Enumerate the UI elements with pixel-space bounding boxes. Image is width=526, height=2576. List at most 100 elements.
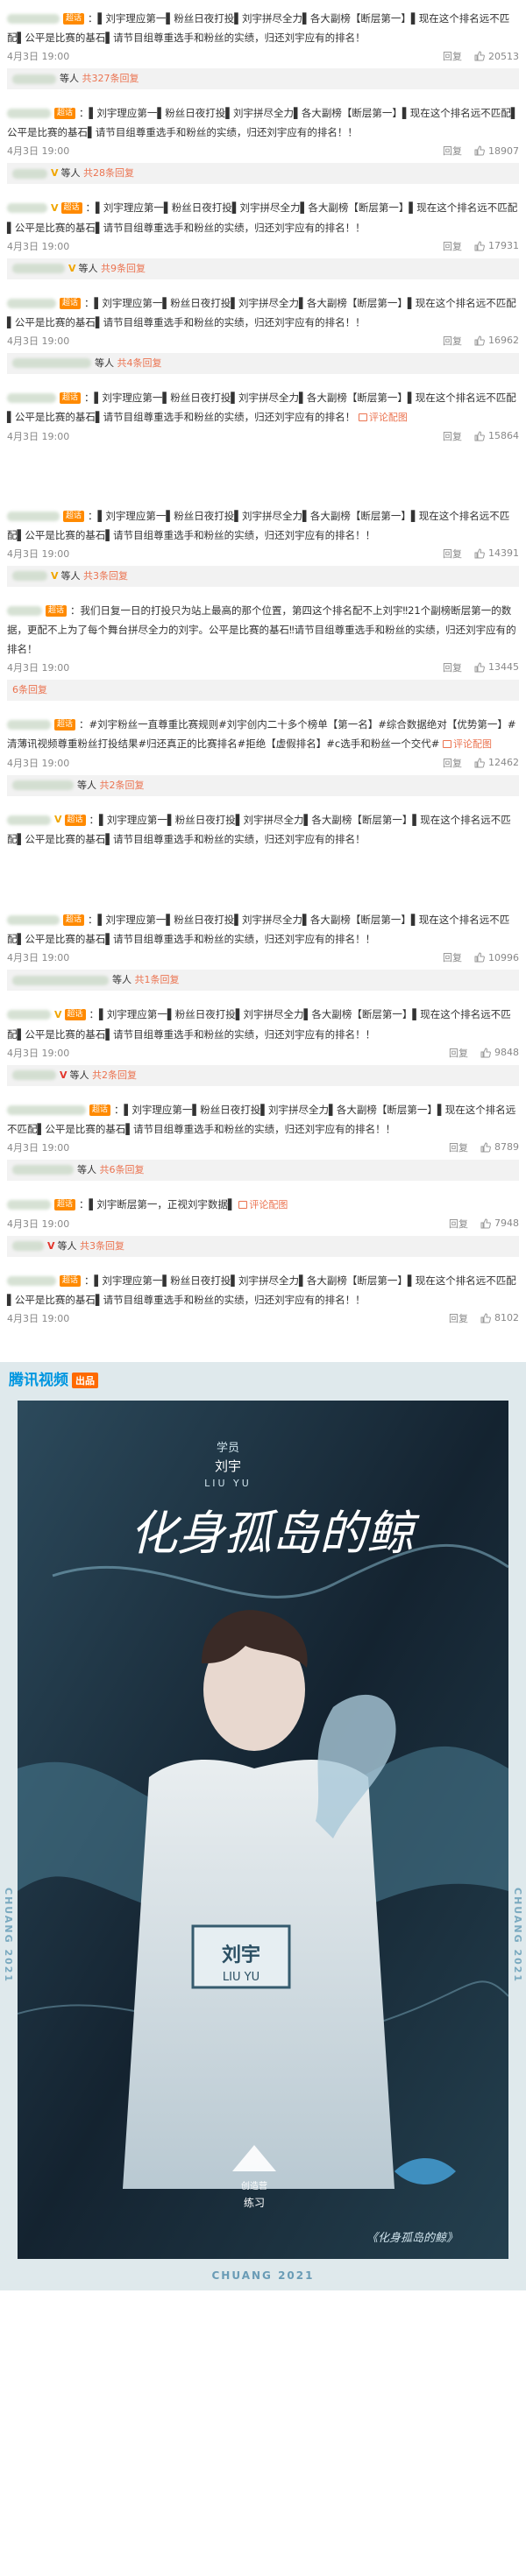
- reply-button[interactable]: 回复: [449, 1311, 468, 1325]
- like-count: 8789: [494, 1141, 519, 1153]
- like-button[interactable]: 14391: [474, 547, 519, 559]
- superchat-badge: 超话: [64, 814, 86, 826]
- comment-item: 超话 ：#刘宇粉丝一直尊重比赛规则#刘宇创内二十多个榜单【第一名】#综合数据绝对【…: [7, 713, 519, 808]
- image-icon: [238, 1201, 248, 1209]
- reply-count-link[interactable]: 共6条回复: [100, 1164, 145, 1175]
- vip-icon: V: [51, 201, 59, 214]
- svg-text:LIU YU: LIU YU: [223, 1971, 259, 1984]
- image-icon: [443, 740, 452, 748]
- reply-button[interactable]: 回复: [443, 144, 462, 158]
- like-button[interactable]: 9848: [480, 1047, 519, 1058]
- superchat-badge: 超话: [63, 914, 85, 926]
- comment-time: 4月3日 19:00: [7, 1141, 70, 1154]
- username[interactable]: [7, 1275, 56, 1286]
- reply-summary[interactable]: 等人 共6条回复: [7, 1159, 519, 1181]
- reply-button[interactable]: 回复: [443, 334, 462, 348]
- comment-item: 超话 ：▌刘宇理应第一▌粉丝日夜打投▌刘宇拼尽全力▌各大副榜【断层第一】▌现在这个…: [7, 7, 519, 102]
- like-button[interactable]: 18907: [474, 145, 519, 157]
- reply-summary[interactable]: 6条回复: [7, 679, 519, 701]
- thumb-up-icon: [474, 430, 485, 441]
- like-button[interactable]: 7948: [480, 1217, 519, 1229]
- username[interactable]: [7, 915, 60, 925]
- like-count: 17931: [488, 240, 519, 251]
- reply-button[interactable]: 回复: [449, 1046, 468, 1060]
- reply-summary[interactable]: 等人 共4条回复: [7, 352, 519, 374]
- reply-count-link[interactable]: 共9条回复: [101, 263, 146, 274]
- like-count: 8102: [494, 1312, 519, 1323]
- like-count: 16962: [488, 335, 519, 346]
- reply-summary[interactable]: V 等人 共28条回复: [7, 163, 519, 184]
- like-count: 7948: [494, 1217, 519, 1229]
- comment-photo-link[interactable]: 评论配图: [358, 412, 408, 423]
- reply-button[interactable]: 回复: [443, 547, 462, 561]
- username[interactable]: [7, 392, 56, 403]
- reply-button[interactable]: 回复: [443, 49, 462, 63]
- username[interactable]: [7, 298, 56, 308]
- reply-count-link[interactable]: 共28条回复: [83, 167, 134, 179]
- image-icon: [358, 413, 367, 421]
- username[interactable]: [7, 815, 51, 825]
- reply-summary[interactable]: V 等人 共9条回复: [7, 258, 519, 279]
- reply-count-link[interactable]: 共3条回复: [83, 570, 128, 582]
- svg-text:练习: 练习: [244, 2196, 265, 2209]
- reply-summary[interactable]: V 等人 共3条回复: [7, 565, 519, 587]
- like-button[interactable]: 20513: [474, 51, 519, 62]
- reply-button[interactable]: 回复: [443, 239, 462, 253]
- comment-panel-3: 超话 ：▌刘宇理应第一▌粉丝日夜打投▌刘宇拼尽全力▌各大副榜【断层第一】▌现在这个…: [0, 901, 526, 1341]
- superchat-badge: 超话: [46, 604, 68, 617]
- thumb-up-icon: [474, 240, 485, 251]
- reply-count-link[interactable]: 6条回复: [12, 684, 47, 695]
- comment-time: 4月3日 19:00: [7, 240, 70, 252]
- reply-button[interactable]: 回复: [443, 660, 462, 674]
- like-button[interactable]: 16962: [474, 335, 519, 346]
- comment-panel-1: 超话 ：▌刘宇理应第一▌粉丝日夜打投▌刘宇拼尽全力▌各大副榜【断层第一】▌现在这个…: [0, 0, 526, 459]
- reply-button[interactable]: 回复: [449, 1217, 468, 1231]
- reply-count-link[interactable]: 共4条回复: [117, 357, 162, 369]
- like-button[interactable]: 13445: [474, 661, 519, 673]
- comment-photo-poster[interactable]: 腾讯视频 出品 刘宇 LIU YU 学员 刘宇 LIU YU 化身孤岛的鲸 《化…: [0, 1361, 526, 2290]
- username[interactable]: [7, 203, 47, 213]
- like-button[interactable]: 15864: [474, 430, 519, 441]
- username[interactable]: [7, 109, 51, 118]
- like-button[interactable]: 17931: [474, 240, 519, 251]
- reply-button[interactable]: 回复: [443, 429, 462, 443]
- reply-summary[interactable]: 等人 共327条回复: [7, 68, 519, 89]
- poster-artwork: 刘宇 LIU YU 学员 刘宇 LIU YU 化身孤岛的鲸 《化身孤岛的鲸》 创…: [17, 1400, 509, 2259]
- comment-time: 4月3日 19:00: [7, 757, 70, 769]
- reply-summary[interactable]: V 等人 共2条回复: [7, 1064, 519, 1086]
- reply-count-link[interactable]: 共3条回复: [80, 1240, 124, 1252]
- username[interactable]: [7, 719, 51, 730]
- comment-panel-2: 超话 ：▌刘宇理应第一▌粉丝日夜打投▌刘宇拼尽全力▌各大副榜【断层第一】▌现在这个…: [0, 497, 526, 863]
- reply-button[interactable]: 回复: [443, 950, 462, 964]
- superchat-badge: 超话: [63, 13, 85, 25]
- comment-time: 4月3日 19:00: [7, 547, 70, 560]
- username[interactable]: [7, 605, 42, 616]
- reply-count-link[interactable]: 共2条回复: [100, 780, 145, 791]
- like-button[interactable]: 8102: [480, 1312, 519, 1323]
- like-count: 10996: [488, 951, 519, 963]
- vip-icon: V: [51, 167, 59, 179]
- comment-time: 4月3日 19:00: [7, 952, 70, 963]
- svg-text:创造营: 创造营: [241, 2180, 267, 2191]
- reply-count-link[interactable]: 共1条回复: [135, 974, 180, 985]
- like-button[interactable]: 12462: [474, 757, 519, 768]
- reply-summary[interactable]: 等人 共1条回复: [7, 970, 519, 991]
- comment-photo-link[interactable]: 评论配图: [443, 738, 492, 750]
- vip-icon: V: [68, 262, 76, 274]
- username[interactable]: [7, 511, 60, 521]
- reply-count-link[interactable]: 共327条回复: [82, 73, 139, 84]
- vip-icon: V: [54, 1008, 62, 1020]
- comment-item: 超话 ：▌刘宇理应第一▌粉丝日夜打投▌刘宇拼尽全力▌各大副榜【断层第一】▌现在这个…: [7, 391, 519, 443]
- like-button[interactable]: 8789: [480, 1141, 519, 1153]
- reply-summary[interactable]: V 等人 共3条回复: [7, 1235, 519, 1257]
- like-button[interactable]: 10996: [474, 952, 519, 963]
- reply-button[interactable]: 回复: [449, 1140, 468, 1154]
- username[interactable]: [7, 1010, 51, 1020]
- reply-button[interactable]: 回复: [443, 756, 462, 770]
- username[interactable]: [7, 1105, 86, 1115]
- reply-count-link[interactable]: 共2条回复: [92, 1069, 137, 1081]
- comment-photo-link[interactable]: 评论配图: [238, 1199, 288, 1210]
- username[interactable]: [7, 14, 60, 24]
- reply-summary[interactable]: 等人 共2条回复: [7, 774, 519, 796]
- username[interactable]: [7, 1199, 51, 1210]
